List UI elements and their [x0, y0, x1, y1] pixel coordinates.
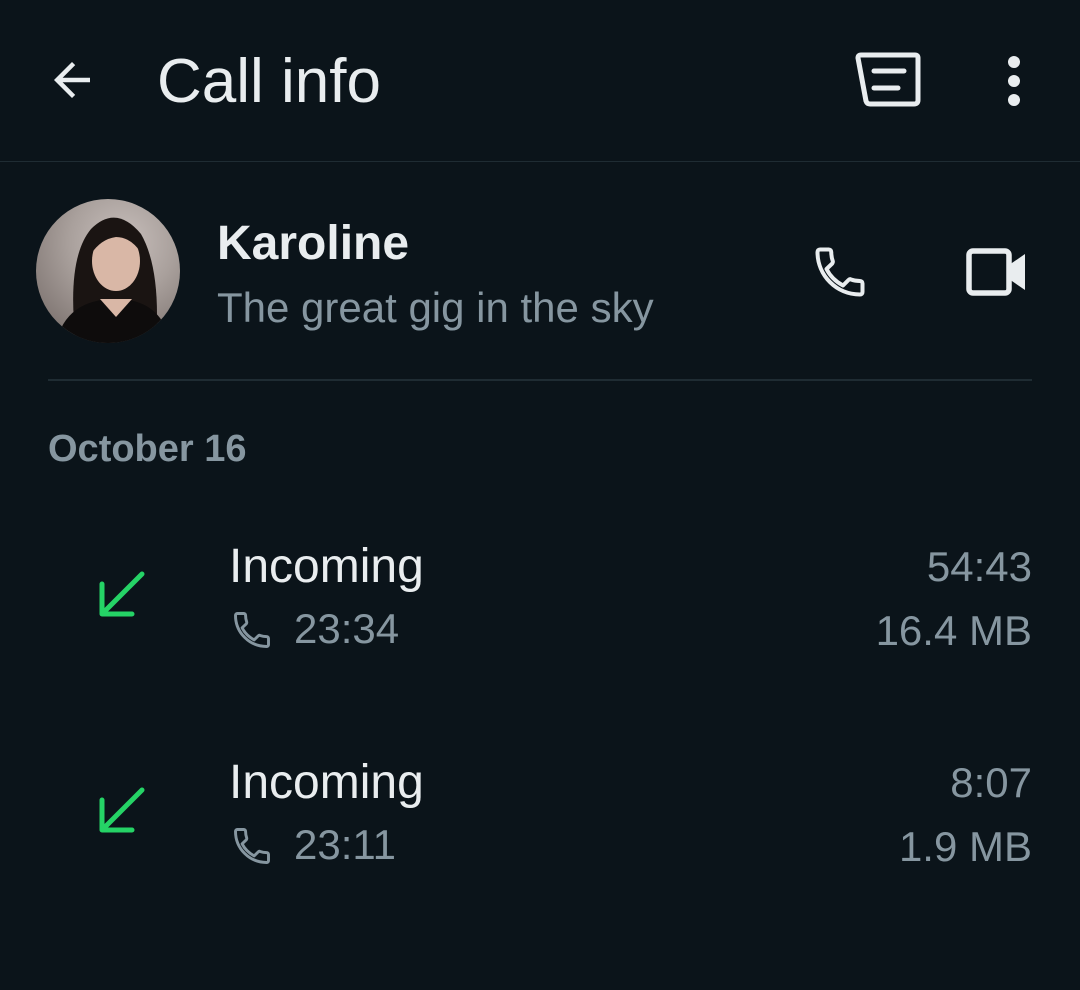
back-button[interactable] [40, 48, 104, 112]
call-duration: 8:07 [950, 759, 1032, 806]
call-date-header: October 16 [48, 428, 247, 470]
phone-icon [234, 612, 270, 648]
message-button[interactable] [846, 46, 930, 116]
call-direction-label: Incoming [229, 540, 424, 593]
contact-name: Karoline [217, 217, 410, 270]
call-duration: 54:43 [926, 543, 1032, 590]
contact-status: The great gig in the sky [217, 284, 654, 331]
call-info-screen: Call info Karoline The great gig in the … [0, 0, 1080, 990]
app-bar: Call info [0, 0, 1080, 162]
more-vertical-icon [1008, 56, 1020, 106]
more-options-button[interactable] [984, 46, 1044, 116]
video-icon [966, 248, 1025, 296]
contact-header: Karoline The great gig in the sky [0, 162, 1080, 380]
video-call-button[interactable] [952, 234, 1042, 310]
incoming-arrow-icon [99, 787, 145, 833]
incoming-arrow-icon [99, 571, 145, 617]
call-log-row: Incoming 23:34 54:43 16.4 MB [0, 538, 1080, 688]
avatar-portrait [56, 217, 171, 343]
call-direction-label: Incoming [229, 756, 424, 809]
call-time: 23:34 [294, 605, 400, 652]
section-divider [48, 379, 1032, 381]
arrow-left-icon [54, 62, 90, 98]
call-data-size: 16.4 MB [875, 607, 1032, 654]
voice-call-button[interactable] [800, 234, 880, 310]
phone-icon [234, 828, 270, 864]
message-icon [855, 52, 921, 107]
page-title: Call info [157, 47, 381, 116]
avatar[interactable] [36, 199, 180, 343]
call-log-row: Incoming 23:11 8:07 1.9 MB [0, 754, 1080, 904]
phone-icon [815, 247, 865, 297]
call-data-size: 1.9 MB [898, 823, 1032, 870]
call-time: 23:11 [294, 821, 396, 868]
